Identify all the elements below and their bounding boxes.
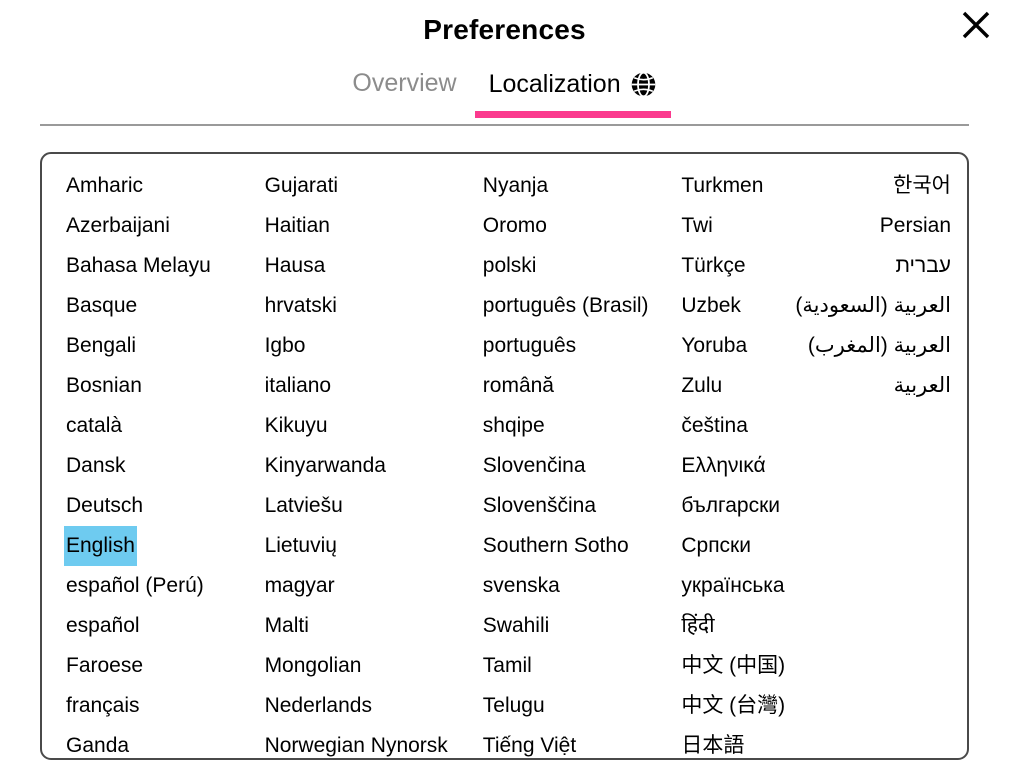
language-item[interactable]: Uzbek [679, 286, 743, 326]
language-item[interactable]: español [64, 606, 142, 646]
language-item[interactable]: Lietuvių [263, 526, 339, 566]
language-item[interactable]: Tamil [481, 646, 534, 686]
dialog-header: Preferences [0, 0, 1009, 62]
active-tab-indicator [474, 111, 671, 118]
language-column-4: 한국어 Persian עברית العربية (السعودية) العربية… [795, 166, 967, 758]
language-item[interactable]: Latviešu [263, 486, 345, 526]
language-item[interactable]: català [64, 406, 124, 446]
language-item[interactable]: Nyanja [481, 166, 550, 206]
language-column-1: Gujarati Haitian Hausa hrvatski Igbo italiano… [263, 166, 481, 758]
language-item[interactable]: Igbo [263, 326, 308, 366]
language-item[interactable]: Oromo [481, 206, 549, 246]
language-item[interactable]: 中文 (台灣) [679, 686, 787, 726]
language-item[interactable]: 中文 (中国) [679, 646, 787, 686]
close-button[interactable] [955, 4, 997, 46]
language-item[interactable]: Ελληνικά [679, 446, 767, 486]
language-item[interactable]: हिंदी [679, 606, 716, 646]
language-item[interactable]: Deutsch [64, 486, 145, 526]
language-item[interactable]: Amharic [64, 166, 145, 206]
tab-localization-label: Localization [488, 70, 621, 98]
language-item[interactable]: Faroese [64, 646, 145, 686]
language-item[interactable]: português [481, 326, 578, 366]
language-item[interactable]: español (Perú) [64, 566, 206, 606]
language-item[interactable]: Basque [64, 286, 139, 326]
language-column-0: Amharic Azerbaijani Bahasa Melayu Basque Ben… [42, 166, 263, 758]
language-item[interactable]: Ganda [64, 726, 131, 758]
language-item[interactable]: shqipe [481, 406, 547, 446]
language-item[interactable]: Haitian [263, 206, 332, 246]
language-columns: Amharic Azerbaijani Bahasa Melayu Basque Ben… [42, 154, 967, 758]
language-item[interactable]: Türkçe [679, 246, 747, 286]
language-item[interactable]: français [64, 686, 142, 726]
language-item[interactable]: עברית [893, 246, 953, 286]
language-item[interactable]: română [481, 366, 556, 406]
language-item[interactable]: 한국어 [891, 166, 953, 206]
language-item[interactable]: Nederlands [263, 686, 374, 726]
language-item[interactable]: Kikuyu [263, 406, 330, 446]
language-item[interactable]: Mongolian [263, 646, 364, 686]
language-item[interactable]: Persian [878, 206, 953, 246]
language-item[interactable]: Српски [679, 526, 753, 566]
language-item[interactable]: Twi [679, 206, 715, 246]
close-icon [961, 10, 991, 40]
language-item[interactable]: magyar [263, 566, 337, 606]
language-column-2: Nyanja Oromo polski português (Brasil) portu… [481, 166, 680, 758]
language-item[interactable]: Gujarati [263, 166, 341, 206]
globe-icon [630, 71, 657, 98]
language-item[interactable]: العربية [892, 366, 953, 406]
language-item[interactable]: hrvatski [263, 286, 339, 326]
language-item[interactable]: Zulu [679, 366, 724, 406]
language-item[interactable]: Telugu [481, 686, 547, 726]
language-item[interactable]: italiano [263, 366, 334, 406]
language-item[interactable]: Bahasa Melayu [64, 246, 213, 286]
language-item[interactable]: Yoruba [679, 326, 749, 366]
language-item[interactable]: українська [679, 566, 786, 606]
language-item[interactable]: polski [481, 246, 539, 286]
language-item[interactable]: العربية (المغرب) [806, 326, 953, 366]
tab-localization[interactable]: Localization [473, 62, 673, 118]
page-title: Preferences [423, 14, 586, 45]
language-item-selected[interactable]: English [64, 526, 137, 566]
language-column-3: Turkmen Twi Türkçe Uzbek Yoruba Zulu čeština Ελ… [679, 166, 815, 758]
language-item[interactable]: Turkmen [679, 166, 765, 206]
language-item[interactable]: Tiếng Việt [481, 726, 578, 758]
language-item[interactable]: svenska [481, 566, 562, 606]
language-item[interactable]: Bosnian [64, 366, 144, 406]
language-item[interactable]: العربية (السعودية) [793, 286, 953, 326]
language-item[interactable]: Azerbaijani [64, 206, 172, 246]
language-item[interactable]: 日本語 [679, 726, 746, 758]
language-item[interactable]: Slovenščina [481, 486, 598, 526]
language-item[interactable]: português (Brasil) [481, 286, 651, 326]
language-item[interactable]: Malti [263, 606, 311, 646]
language-item[interactable]: Kinyarwanda [263, 446, 388, 486]
language-list-panel: Amharic Azerbaijani Bahasa Melayu Basque Ben… [40, 152, 969, 760]
tab-overview-label: Overview [352, 69, 457, 97]
language-item[interactable]: Dansk [64, 446, 128, 486]
tab-bar: Overview Localization [40, 62, 969, 126]
language-item[interactable]: Swahili [481, 606, 552, 646]
language-item[interactable]: Hausa [263, 246, 328, 286]
language-item[interactable]: Norwegian Nynorsk [263, 726, 450, 758]
language-item[interactable]: Southern Sotho [481, 526, 631, 566]
language-item[interactable]: čeština [679, 406, 750, 446]
language-item[interactable]: български [679, 486, 782, 526]
tab-overview[interactable]: Overview [336, 62, 472, 114]
language-item[interactable]: Bengali [64, 326, 138, 366]
language-item[interactable]: Slovenčina [481, 446, 588, 486]
